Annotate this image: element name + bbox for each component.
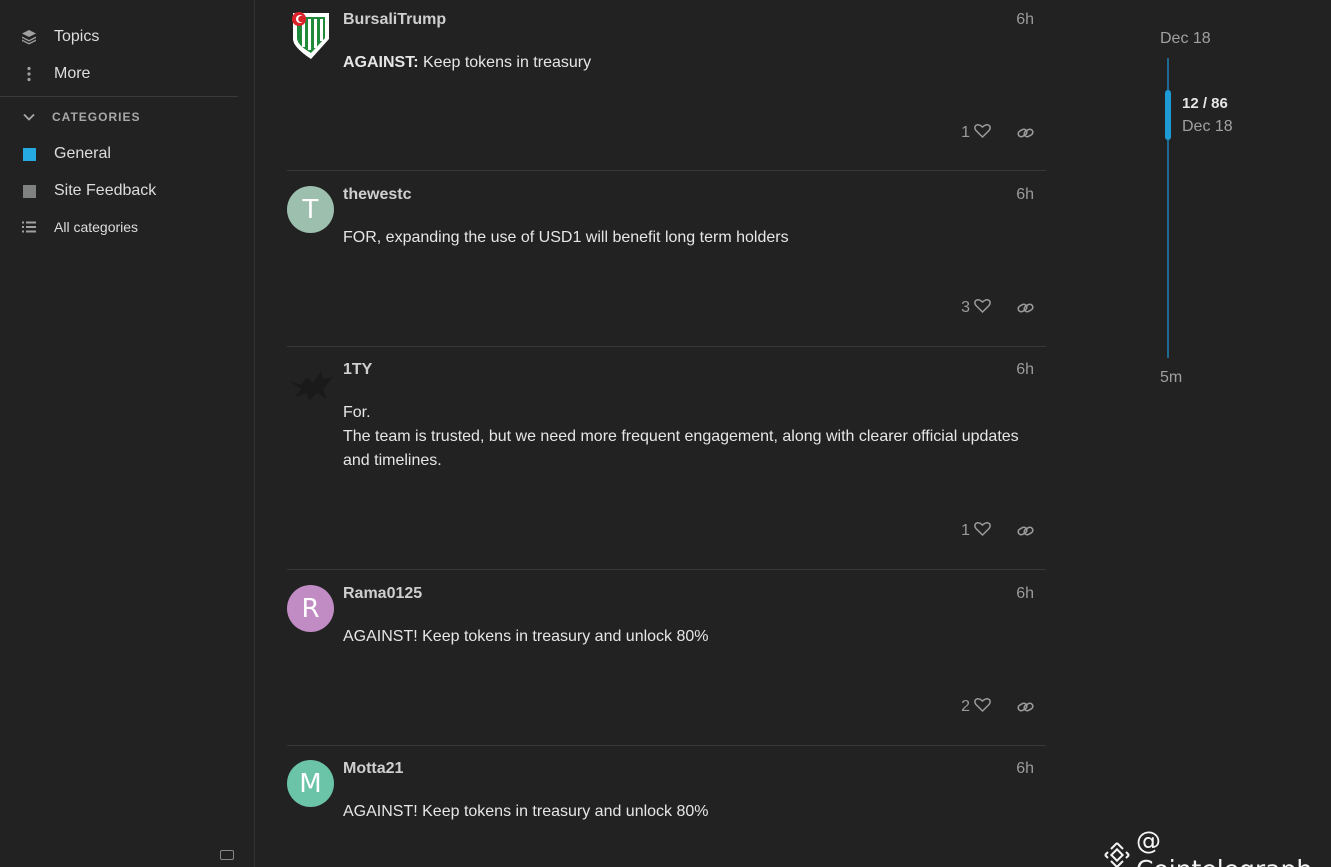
- post-username[interactable]: 1TY: [343, 361, 372, 379]
- like-count: 2: [961, 698, 970, 715]
- categories-header: CATEGORIES: [52, 110, 141, 124]
- like-count: 1: [961, 522, 970, 539]
- copy-link-icon[interactable]: [1017, 701, 1034, 713]
- avatar[interactable]: T: [287, 186, 334, 233]
- avatar[interactable]: M: [287, 760, 334, 807]
- copy-link-icon[interactable]: [1017, 127, 1034, 139]
- like-count: 3: [961, 299, 970, 316]
- heart-icon: [974, 697, 991, 717]
- post-username[interactable]: Rama0125: [343, 585, 422, 603]
- sidebar-item-label: More: [54, 65, 91, 82]
- sidebar-item-all-categories[interactable]: All categories: [20, 218, 138, 236]
- watermark: @ Cointelegraph: [1102, 826, 1331, 867]
- sidebar-item-label: General: [54, 145, 111, 162]
- binance-logo-icon: [1102, 840, 1132, 867]
- timeline-handle[interactable]: [1165, 90, 1171, 140]
- vertical-ellipsis-icon: [20, 65, 38, 83]
- post-body: AGAINST! Keep tokens in treasury and unl…: [343, 803, 709, 820]
- post-actions: 1: [961, 521, 1034, 541]
- avatar-letter: T: [302, 194, 319, 225]
- heart-icon: [974, 123, 991, 143]
- post-actions: 2: [961, 697, 1034, 717]
- post-actions: 1: [961, 123, 1034, 143]
- post-divider: [287, 569, 1046, 570]
- post-body: For. The team is trusted, but we need mo…: [343, 401, 1033, 473]
- sidebar-item-label: All categories: [54, 219, 139, 235]
- sidebar-divider: [0, 96, 238, 97]
- sidebar-item-label: Site Feedback: [54, 182, 157, 199]
- like-button[interactable]: 2: [961, 697, 991, 717]
- post-body: FOR, expanding the use of USD1 will bene…: [343, 229, 789, 246]
- post-time[interactable]: 6h: [1016, 361, 1034, 379]
- keyboard-shortcuts-icon[interactable]: [220, 850, 234, 860]
- post-body-line: The team is trusted, but we need more fr…: [343, 428, 1019, 469]
- avatar[interactable]: R: [287, 585, 334, 632]
- post-time[interactable]: 6h: [1016, 11, 1034, 29]
- post-body: AGAINST: Keep tokens in treasury: [343, 51, 1033, 75]
- sidebar-item-site-feedback[interactable]: Site Feedback: [20, 182, 156, 200]
- post-divider: [287, 745, 1046, 746]
- avatar[interactable]: [289, 11, 333, 62]
- team-crest-icon: [289, 9, 333, 66]
- layers-icon: [20, 28, 38, 46]
- post-username[interactable]: Motta21: [343, 760, 403, 778]
- post: M Motta21 6h AGAINST! Keep tokens in tre…: [287, 760, 1046, 860]
- heart-icon: [974, 521, 991, 541]
- post-time[interactable]: 6h: [1016, 186, 1034, 204]
- post-body-emphasis: AGAINST:: [343, 54, 419, 71]
- post-body-line: For.: [343, 404, 371, 421]
- post-time[interactable]: 6h: [1016, 760, 1034, 778]
- like-button[interactable]: 1: [961, 123, 991, 143]
- post-actions: 3: [961, 298, 1034, 318]
- avatar[interactable]: [287, 367, 334, 414]
- post: BursaliTrump 6h AGAINST: Keep tokens in …: [287, 11, 1046, 161]
- post: 1TY 6h For. The team is trusted, but we …: [287, 361, 1046, 561]
- sidebar: Topics More CATEGORIES General Site Feed…: [0, 0, 255, 867]
- post: R Rama0125 6h AGAINST! Keep tokens in tr…: [287, 585, 1046, 735]
- timeline-current-date: Dec 18: [1182, 118, 1233, 135]
- category-badge: [20, 145, 38, 163]
- sidebar-item-general[interactable]: General: [20, 145, 111, 163]
- sidebar-item-label: Topics: [54, 28, 100, 45]
- post-body: AGAINST! Keep tokens in treasury and unl…: [343, 628, 709, 645]
- watermark-text: @ Cointelegraph: [1136, 826, 1312, 867]
- post-body-text: Keep tokens in treasury: [418, 54, 592, 71]
- post-time[interactable]: 6h: [1016, 585, 1034, 603]
- post-username[interactable]: thewestc: [343, 186, 411, 204]
- bird-icon: [287, 367, 335, 414]
- category-badge: [20, 182, 38, 200]
- post: T thewestc 6h FOR, expanding the use of …: [287, 186, 1046, 336]
- copy-link-icon[interactable]: [1017, 302, 1034, 314]
- post-username[interactable]: BursaliTrump: [343, 11, 446, 29]
- post-divider: [287, 346, 1046, 347]
- copy-link-icon[interactable]: [1017, 525, 1034, 537]
- avatar-letter: M: [299, 768, 322, 799]
- post-divider: [287, 170, 1046, 171]
- timeline-start-date[interactable]: Dec 18: [1160, 30, 1211, 48]
- list-icon: [20, 218, 38, 236]
- timeline-position: 12 / 86: [1182, 95, 1228, 112]
- categories-section-toggle[interactable]: CATEGORIES: [20, 110, 140, 124]
- sidebar-item-topics[interactable]: Topics: [20, 28, 99, 46]
- chevron-down-icon: [20, 113, 38, 121]
- timeline-end-label[interactable]: 5m: [1160, 369, 1182, 387]
- like-button[interactable]: 1: [961, 521, 991, 541]
- avatar-letter: R: [301, 593, 320, 624]
- heart-icon: [974, 298, 991, 318]
- sidebar-item-more[interactable]: More: [20, 65, 90, 83]
- like-count: 1: [961, 124, 970, 141]
- like-button[interactable]: 3: [961, 298, 991, 318]
